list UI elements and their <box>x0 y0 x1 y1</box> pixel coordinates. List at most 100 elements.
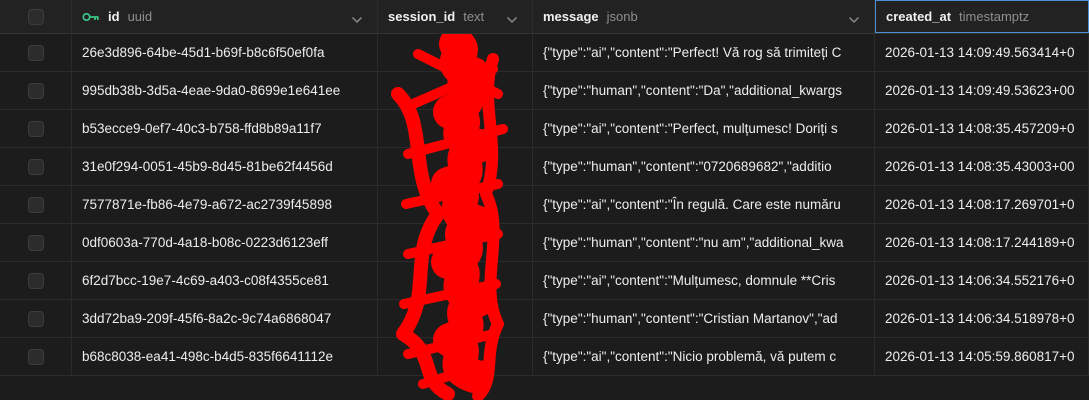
cell-message-value: {"type":"human","content":"Cristian Mart… <box>543 311 838 326</box>
cell-id-value: 0df0603a-770d-4a18-b08c-0223d6123eff <box>82 235 328 250</box>
cell-created-at[interactable]: 2026-01-13 14:08:35.43003+00 <box>875 148 1089 185</box>
column-type: text <box>463 9 485 24</box>
table-row[interactable]: b68c8038-ea41-498c-b4d5-835f6641112e {"ty… <box>0 338 1089 376</box>
table-grid: id uuid session_id text message jsonb cr… <box>0 0 1089 400</box>
cell-message-value: {"type":"human","content":"nu am","addit… <box>543 235 844 250</box>
table-row[interactable]: 0df0603a-770d-4a18-b08c-0223d6123eff {"ty… <box>0 224 1089 262</box>
table-row[interactable]: 7577871e-fb86-4e79-a672-ac2739f45898 {"ty… <box>0 186 1089 224</box>
row-checkbox[interactable] <box>27 310 44 327</box>
column-type: timestamptz <box>959 9 1030 24</box>
cell-created-at-value: 2026-01-13 14:05:59.860817+0 <box>885 349 1075 364</box>
cell-session-id[interactable] <box>378 110 533 147</box>
table-row[interactable]: 31e0f294-0051-45b9-8d45-81be62f4456d {"ty… <box>0 148 1089 186</box>
cell-message-value: {"type":"human","content":"0720689682","… <box>543 159 832 174</box>
cell-message[interactable]: {"type":"ai","content":"În regulă. Care … <box>533 186 875 223</box>
cell-message[interactable]: {"type":"ai","content":"Mulțumesc, domnu… <box>533 262 875 299</box>
row-checkbox[interactable] <box>27 196 44 213</box>
table-row[interactable]: 6f2d7bcc-19e7-4c69-a403-c08f4355ce81 {"ty… <box>0 262 1089 300</box>
cell-message[interactable]: {"type":"human","content":"Da","addition… <box>533 72 875 109</box>
column-header-id[interactable]: id uuid <box>72 0 378 33</box>
cell-id[interactable]: 7577871e-fb86-4e79-a672-ac2739f45898 <box>72 186 378 223</box>
column-name: created_at <box>886 9 952 24</box>
cell-message[interactable]: {"type":"human","content":"Cristian Mart… <box>533 300 875 337</box>
cell-created-at-value: 2026-01-13 14:08:35.457209+0 <box>885 121 1075 136</box>
row-checkbox[interactable] <box>27 272 44 289</box>
cell-message[interactable]: {"type":"human","content":"nu am","addit… <box>533 224 875 261</box>
cell-message-value: {"type":"ai","content":"Mulțumesc, domnu… <box>543 273 836 288</box>
cell-message-value: {"type":"ai","content":"În regulă. Care … <box>543 197 841 212</box>
cell-message-value: {"type":"human","content":"Da","addition… <box>543 83 843 98</box>
cell-created-at[interactable]: 2026-01-13 14:09:49.53623+00 <box>875 72 1089 109</box>
row-select-cell <box>0 262 72 299</box>
cell-id[interactable]: 0df0603a-770d-4a18-b08c-0223d6123eff <box>72 224 378 261</box>
cell-session-id[interactable] <box>378 34 533 71</box>
cell-id-value: b68c8038-ea41-498c-b4d5-835f6641112e <box>82 349 333 364</box>
row-checkbox[interactable] <box>27 44 44 61</box>
cell-id-value: 995db38b-3d5a-4eae-9da0-8699e1e641ee <box>82 83 341 98</box>
row-checkbox[interactable] <box>27 348 44 365</box>
table-row[interactable]: 3dd72ba9-209f-45f6-8a2c-9c74a6868047 {"ty… <box>0 300 1089 338</box>
select-all-checkbox[interactable] <box>27 8 44 25</box>
cell-message[interactable]: {"type":"ai","content":"Nicio problemă, … <box>533 338 875 375</box>
cell-session-id[interactable] <box>378 224 533 261</box>
row-checkbox[interactable] <box>27 158 44 175</box>
cell-created-at[interactable]: 2026-01-13 14:06:34.552176+0 <box>875 262 1089 299</box>
cell-session-id[interactable] <box>378 338 533 375</box>
cell-session-id[interactable] <box>378 262 533 299</box>
cell-created-at[interactable]: 2026-01-13 14:09:49.563414+0 <box>875 34 1089 71</box>
cell-id[interactable]: b68c8038-ea41-498c-b4d5-835f6641112e <box>72 338 378 375</box>
column-header-created-at[interactable]: created_at timestamptz <box>875 0 1089 33</box>
cell-created-at-value: 2026-01-13 14:06:34.518978+0 <box>885 311 1075 326</box>
cell-id[interactable]: 6f2d7bcc-19e7-4c69-a403-c08f4355ce81 <box>72 262 378 299</box>
cell-session-id[interactable] <box>378 300 533 337</box>
row-select-cell <box>0 300 72 337</box>
cell-id-value: 26e3d896-64be-45d1-b69f-b8c6f50ef0fa <box>82 45 325 60</box>
cell-message[interactable]: {"type":"ai","content":"Perfect, mulțume… <box>533 110 875 147</box>
cell-message[interactable]: {"type":"ai","content":"Perfect! Vă rog … <box>533 34 875 71</box>
column-header-session-id[interactable]: session_id text <box>378 0 533 33</box>
table-row[interactable]: 995db38b-3d5a-4eae-9da0-8699e1e641ee {"ty… <box>0 72 1089 110</box>
cell-id-value: 31e0f294-0051-45b9-8d45-81be62f4456d <box>82 159 333 174</box>
key-icon <box>82 11 100 23</box>
cell-id[interactable]: 26e3d896-64be-45d1-b69f-b8c6f50ef0fa <box>72 34 378 71</box>
cell-created-at-value: 2026-01-13 14:06:34.552176+0 <box>885 273 1075 288</box>
cell-id-value: 6f2d7bcc-19e7-4c69-a403-c08f4355ce81 <box>82 273 329 288</box>
chevron-down-icon[interactable] <box>351 11 363 29</box>
cell-message-value: {"type":"ai","content":"Nicio problemă, … <box>543 349 837 364</box>
cell-session-id[interactable] <box>378 148 533 185</box>
column-header-message[interactable]: message jsonb <box>533 0 875 33</box>
chevron-down-icon[interactable] <box>506 11 518 29</box>
cell-session-id[interactable] <box>378 186 533 223</box>
row-select-cell <box>0 186 72 223</box>
cell-id[interactable]: 995db38b-3d5a-4eae-9da0-8699e1e641ee <box>72 72 378 109</box>
row-select-cell <box>0 338 72 375</box>
row-select-cell <box>0 224 72 261</box>
cell-id[interactable]: 31e0f294-0051-45b9-8d45-81be62f4456d <box>72 148 378 185</box>
row-select-cell <box>0 34 72 71</box>
cell-id-value: 3dd72ba9-209f-45f6-8a2c-9c74a6868047 <box>82 311 332 326</box>
column-name: session_id <box>388 9 456 24</box>
cell-session-id[interactable] <box>378 72 533 109</box>
cell-id-value: b53ecce9-0ef7-40c3-b758-ffd8b89a11f7 <box>82 121 322 136</box>
table-row[interactable]: 26e3d896-64be-45d1-b69f-b8c6f50ef0fa {"ty… <box>0 34 1089 72</box>
cell-created-at-value: 2026-01-13 14:09:49.53623+00 <box>885 83 1075 98</box>
cell-message[interactable]: {"type":"human","content":"0720689682","… <box>533 148 875 185</box>
cell-created-at[interactable]: 2026-01-13 14:05:59.860817+0 <box>875 338 1089 375</box>
row-checkbox[interactable] <box>27 82 44 99</box>
row-select-cell <box>0 72 72 109</box>
cell-created-at[interactable]: 2026-01-13 14:08:17.269701+0 <box>875 186 1089 223</box>
table-row[interactable]: b53ecce9-0ef7-40c3-b758-ffd8b89a11f7 {"ty… <box>0 110 1089 148</box>
row-checkbox[interactable] <box>27 234 44 251</box>
table-header: id uuid session_id text message jsonb cr… <box>0 0 1089 34</box>
cell-created-at[interactable]: 2026-01-13 14:08:17.244189+0 <box>875 224 1089 261</box>
row-checkbox[interactable] <box>27 120 44 137</box>
cell-created-at-value: 2026-01-13 14:08:17.269701+0 <box>885 197 1075 212</box>
cell-id[interactable]: b53ecce9-0ef7-40c3-b758-ffd8b89a11f7 <box>72 110 378 147</box>
cell-created-at[interactable]: 2026-01-13 14:08:35.457209+0 <box>875 110 1089 147</box>
row-select-cell <box>0 148 72 185</box>
row-select-cell <box>0 110 72 147</box>
cell-id[interactable]: 3dd72ba9-209f-45f6-8a2c-9c74a6868047 <box>72 300 378 337</box>
column-type: uuid <box>127 9 153 24</box>
chevron-down-icon[interactable] <box>848 11 860 29</box>
cell-created-at[interactable]: 2026-01-13 14:06:34.518978+0 <box>875 300 1089 337</box>
